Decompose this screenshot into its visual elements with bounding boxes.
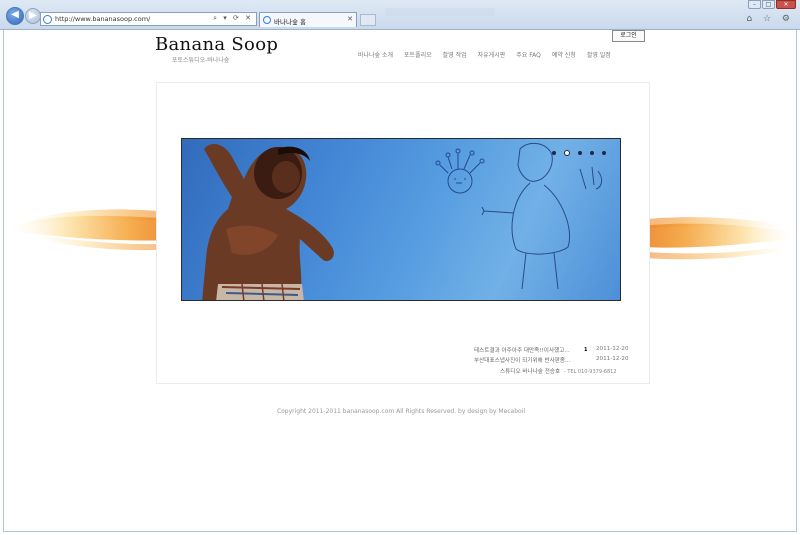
- minimize-button[interactable]: –: [748, 0, 761, 9]
- post-title[interactable]: 부산대표스냅사진이 되기위해 반사판좀...: [474, 356, 570, 364]
- back-button[interactable]: ◀: [6, 7, 24, 25]
- post-title[interactable]: 테스트결과 아주아주 대만족!!이사했고...: [474, 346, 570, 354]
- main-menu: 바나나숲 소개 포트폴리오 촬영 작업 자유게시판 주요 FAQ 예약 신청 촬…: [358, 50, 611, 59]
- tab-close-icon[interactable]: ✕: [347, 15, 353, 23]
- browser-right-tools[interactable]: ⌂ ☆ ⚙: [746, 14, 794, 24]
- ie-icon: [43, 15, 52, 24]
- maximize-button[interactable]: □: [762, 0, 775, 9]
- post-date: 2011-12-20: [596, 356, 629, 362]
- tab-title: 바나나숲 홈: [274, 18, 306, 26]
- close-button[interactable]: ✕: [776, 0, 796, 9]
- slider-dots: [552, 150, 606, 156]
- menu-item-faq[interactable]: 주요 FAQ: [516, 50, 541, 59]
- post-date: 2011-12-20: [596, 346, 629, 352]
- window-controls: – □ ✕: [748, 0, 796, 10]
- tab-ie-icon: [263, 16, 271, 24]
- forward-button[interactable]: ▶: [25, 8, 41, 24]
- banner-photo: [182, 139, 620, 300]
- slider-dot[interactable]: [552, 151, 556, 155]
- slider-dot-active[interactable]: [564, 150, 570, 156]
- menu-item-about[interactable]: 바나나숲 소개: [358, 50, 393, 59]
- contact-phone: - TEL 010-9379-6812: [563, 369, 617, 375]
- address-bar[interactable]: http://www.bananasoop.com/ ⌕ ▾ ⟳ ✕: [40, 12, 257, 26]
- address-url[interactable]: http://www.bananasoop.com/: [55, 15, 150, 23]
- menu-item-schedule[interactable]: 촬영 일정: [587, 50, 611, 59]
- comment-count-badge: 1: [584, 347, 588, 353]
- new-tab-button[interactable]: [360, 14, 376, 26]
- studio-contact: 스튜디오 바나나숲 전승호 - TEL 010-9379-6812: [500, 367, 617, 375]
- contact-name: 스튜디오 바나나숲 전승호: [500, 369, 561, 375]
- background-tab[interactable]: [385, 8, 495, 16]
- logo-subtitle: 포토스튜디오-바나나숲: [172, 57, 230, 64]
- menu-item-reservation[interactable]: 예약 신청: [552, 50, 576, 59]
- slider-dot[interactable]: [590, 151, 594, 155]
- menu-item-board[interactable]: 자유게시판: [478, 50, 506, 59]
- hero-banner[interactable]: [181, 138, 621, 301]
- browser-toolbar: ◀ ▶ http://www.bananasoop.com/ ⌕ ▾ ⟳ ✕ 바…: [0, 0, 800, 30]
- address-tools[interactable]: ⌕ ▾ ⟳ ✕: [213, 14, 253, 23]
- site-logo[interactable]: Banana Soop: [155, 34, 278, 55]
- login-button[interactable]: 로그인: [612, 30, 645, 42]
- menu-item-work[interactable]: 촬영 작업: [443, 50, 467, 59]
- slider-dot[interactable]: [578, 151, 582, 155]
- slider-dot[interactable]: [602, 151, 606, 155]
- browser-tab[interactable]: 바나나숲 홈 ✕: [259, 12, 357, 27]
- page-viewport: 로그인 Banana Soop 포토스튜디오-바나나숲 바나나숲 소개 포트폴리…: [3, 30, 798, 532]
- menu-item-portfolio[interactable]: 포트폴리오: [404, 50, 432, 59]
- footer-copyright: Copyright 2011-2011 bananasoop.com All R…: [276, 408, 526, 415]
